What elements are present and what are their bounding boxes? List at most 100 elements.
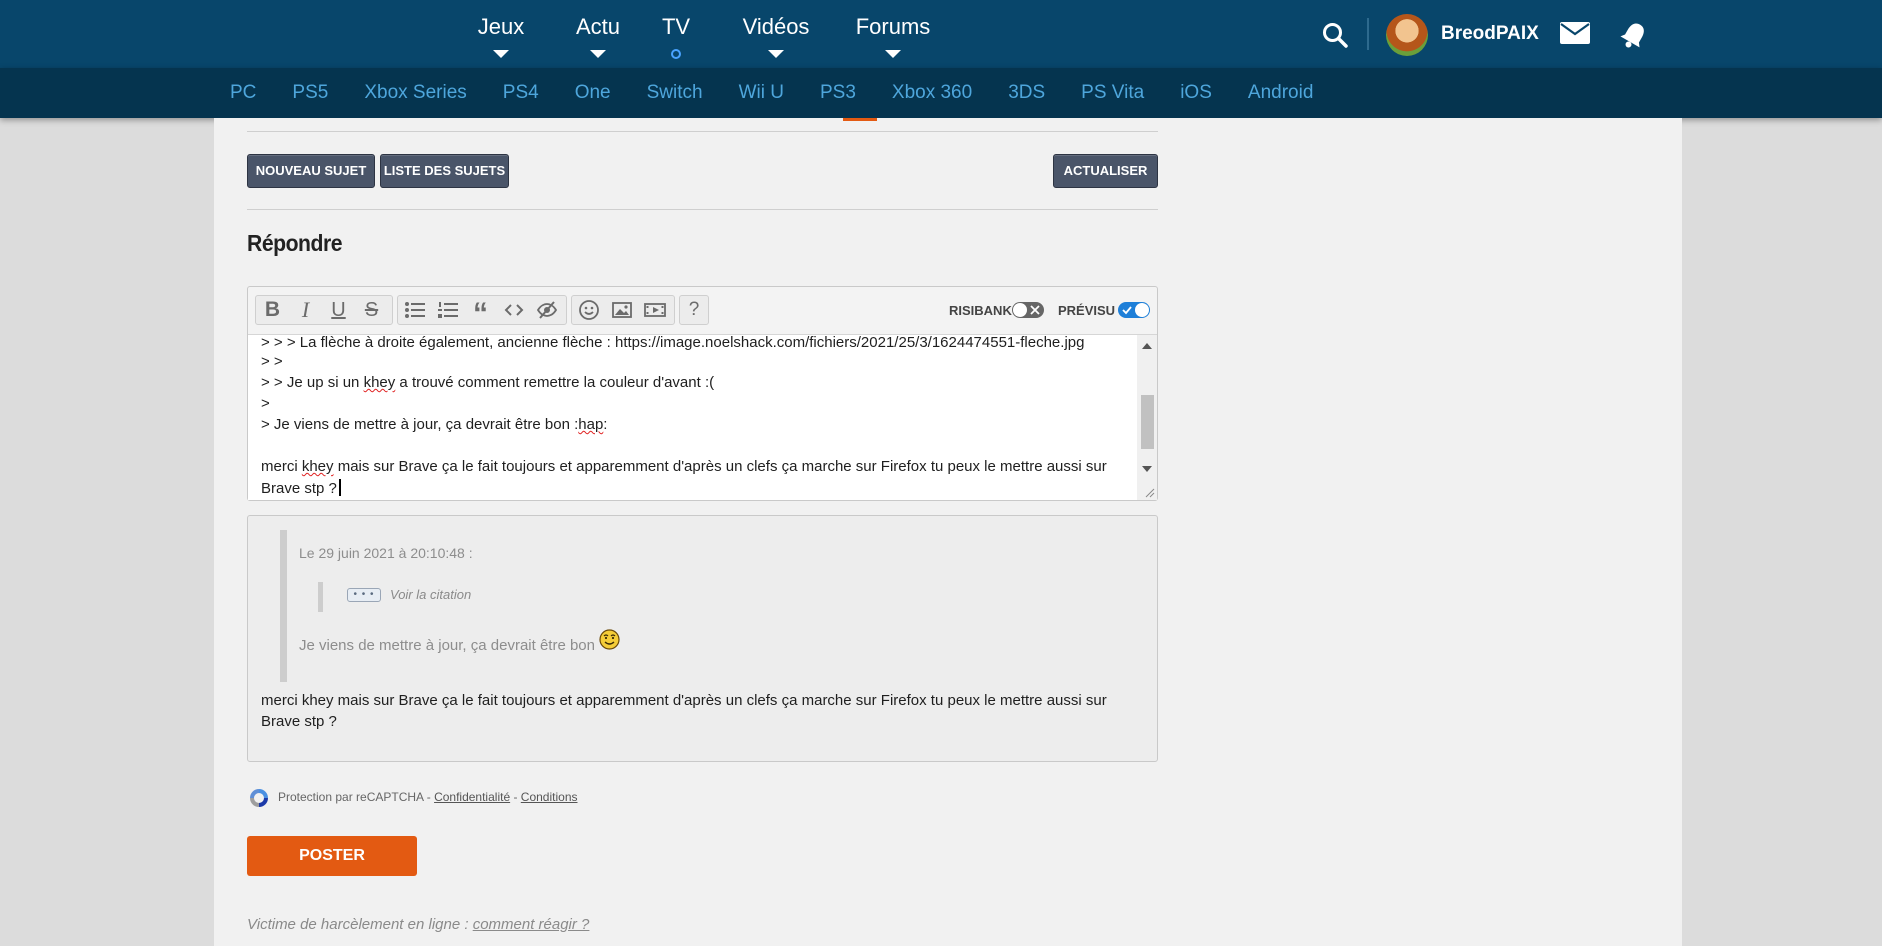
video-icon xyxy=(643,303,666,317)
harassment-notice: Victime de harcèlement en ligne : commen… xyxy=(247,916,589,933)
misspelled-word: khey xyxy=(301,458,334,475)
platform-link-ps-vita[interactable]: PS Vita xyxy=(1081,82,1144,104)
risibank-toggle[interactable] xyxy=(1012,302,1044,318)
resize-grip-icon[interactable] xyxy=(1143,486,1155,498)
platform-link-xbox-series[interactable]: Xbox Series xyxy=(364,82,466,104)
editor-line: > > Je up si un khey a trouvé comment re… xyxy=(261,374,714,391)
underline-button[interactable]: U xyxy=(322,296,355,324)
help-button[interactable]: ? xyxy=(680,296,708,324)
platform-link-pc[interactable]: PC xyxy=(230,82,256,104)
new-topic-button[interactable]: NOUVEAU SUJET xyxy=(247,154,375,188)
mail-icon[interactable] xyxy=(1560,22,1590,44)
nav-videos[interactable]: Vidéos xyxy=(736,0,816,68)
quote-text: Je viens de mettre à jour, ça devrait êt… xyxy=(299,637,595,654)
platform-link-ps4[interactable]: PS4 xyxy=(503,82,539,104)
close-icon xyxy=(1030,305,1040,315)
text-run: : xyxy=(603,416,608,433)
platform-link-3ds[interactable]: 3DS xyxy=(1008,82,1045,104)
platform-link-switch[interactable]: Switch xyxy=(647,82,703,104)
refresh-button[interactable]: ACTUALISER xyxy=(1053,154,1158,188)
platform-link-ios[interactable]: iOS xyxy=(1180,82,1212,104)
nav-tv[interactable]: TV xyxy=(656,0,696,68)
numbered-list-button[interactable] xyxy=(431,296,464,324)
recaptcha-label: Protection par reCAPTCHA - xyxy=(278,790,435,804)
quote-header: Le 29 juin 2021 à 20:10:48 : xyxy=(299,545,473,561)
nav-label: Jeux xyxy=(477,14,525,39)
numbered-list-icon xyxy=(437,302,458,318)
editor-line: Brave stp ? xyxy=(261,479,341,497)
reply-title: Répondre xyxy=(247,230,343,256)
post-button[interactable]: POSTER xyxy=(247,836,417,876)
text-run: a trouvé comment remettre la couleur d'a… xyxy=(395,374,715,391)
avatar[interactable] xyxy=(1386,14,1428,56)
bullet-list-icon xyxy=(404,302,425,318)
platform-link-one[interactable]: One xyxy=(575,82,611,104)
scrollbar-thumb[interactable] xyxy=(1141,395,1154,449)
bold-icon: B xyxy=(264,298,281,321)
chevron-down-icon xyxy=(590,50,606,58)
check-icon xyxy=(1122,306,1132,315)
recaptcha-icon xyxy=(250,789,268,807)
nav-actu[interactable]: Actu xyxy=(568,0,628,68)
nested-quote-bar xyxy=(318,582,323,612)
message-preview: Le 29 juin 2021 à 20:10:48 : • • • Voir … xyxy=(247,515,1158,762)
nav-label: TV xyxy=(661,14,691,39)
editor-line: > xyxy=(261,395,270,412)
nav-label: Vidéos xyxy=(742,14,810,39)
platform-link-xbox-360[interactable]: Xbox 360 xyxy=(892,82,972,104)
quote-button[interactable]: “ xyxy=(464,296,497,330)
strikethrough-icon: S xyxy=(364,298,379,321)
bold-button[interactable]: B xyxy=(256,296,289,324)
image-button[interactable] xyxy=(605,296,638,324)
platform-link-android[interactable]: Android xyxy=(1248,82,1314,104)
bell-icon[interactable] xyxy=(1620,20,1648,50)
editor-scrollbar[interactable] xyxy=(1137,335,1157,500)
username[interactable]: BreodPAIX xyxy=(1441,23,1539,45)
emoji-button[interactable] xyxy=(572,296,605,324)
search-icon[interactable] xyxy=(1322,22,1348,48)
show-quote-label[interactable]: Voir la citation xyxy=(390,587,471,602)
text-run: > Je viens de mettre à jour, ça devrait … xyxy=(261,416,579,433)
platform-link-ps3[interactable]: PS3 xyxy=(820,82,856,104)
image-icon xyxy=(611,302,632,318)
nav-label: Forums xyxy=(855,14,931,39)
harassment-help-link[interactable]: comment réagir ? xyxy=(473,916,590,933)
divider xyxy=(247,131,1158,132)
risibank-label: RISIBANK xyxy=(949,303,1012,318)
top-header: Jeux Actu TV Vidéos Forums BreodPAIX xyxy=(0,0,1882,68)
message-textarea[interactable]: > > > La flèche à droite également, anci… xyxy=(248,334,1157,500)
scroll-down-icon[interactable] xyxy=(1142,466,1152,472)
toggle-knob xyxy=(1135,303,1149,317)
preview-toggle[interactable] xyxy=(1118,302,1150,318)
recaptcha-notice: Protection par reCAPTCHA - Confidentiali… xyxy=(278,790,578,804)
platform-nav: PC PS5 Xbox Series PS4 One Switch Wii U … xyxy=(0,68,1882,118)
nav-jeux[interactable]: Jeux xyxy=(466,0,536,68)
code-button[interactable] xyxy=(497,296,530,324)
terms-link[interactable]: Conditions xyxy=(521,790,578,804)
block-group: “ xyxy=(397,295,567,330)
chevron-down-icon xyxy=(493,50,509,58)
spoiler-button[interactable] xyxy=(530,296,563,324)
format-group: B I U S xyxy=(255,295,393,325)
active-tab-indicator xyxy=(843,118,877,121)
quote-icon: “ xyxy=(473,297,488,330)
quote-bar xyxy=(280,530,287,682)
nav-forums[interactable]: Forums xyxy=(848,0,938,68)
divider xyxy=(247,209,1158,210)
video-button[interactable] xyxy=(638,296,671,324)
bullet-list-button[interactable] xyxy=(398,296,431,324)
editor-toolbar: B I U S “ ? RISIBANK PRÉVISU xyxy=(248,287,1157,334)
help-icon: ? xyxy=(688,299,700,320)
strikethrough-button[interactable]: S xyxy=(355,296,388,324)
italic-button[interactable]: I xyxy=(289,296,322,324)
platform-link-ps5[interactable]: PS5 xyxy=(292,82,328,104)
platform-link-wii-u[interactable]: Wii U xyxy=(739,82,784,104)
topic-list-button[interactable]: LISTE DES SUJETS xyxy=(380,154,509,188)
scroll-up-icon[interactable] xyxy=(1142,343,1152,349)
toggle-knob xyxy=(1013,303,1027,317)
editor-line: > > > La flèche à droite également, anci… xyxy=(261,334,1085,351)
privacy-link[interactable]: Confidentialité xyxy=(434,790,510,804)
italic-icon: I xyxy=(301,297,310,322)
expand-quote-button[interactable]: • • • xyxy=(347,588,381,602)
text-run: mais sur Brave ça le fait toujours et ap… xyxy=(333,458,1107,475)
